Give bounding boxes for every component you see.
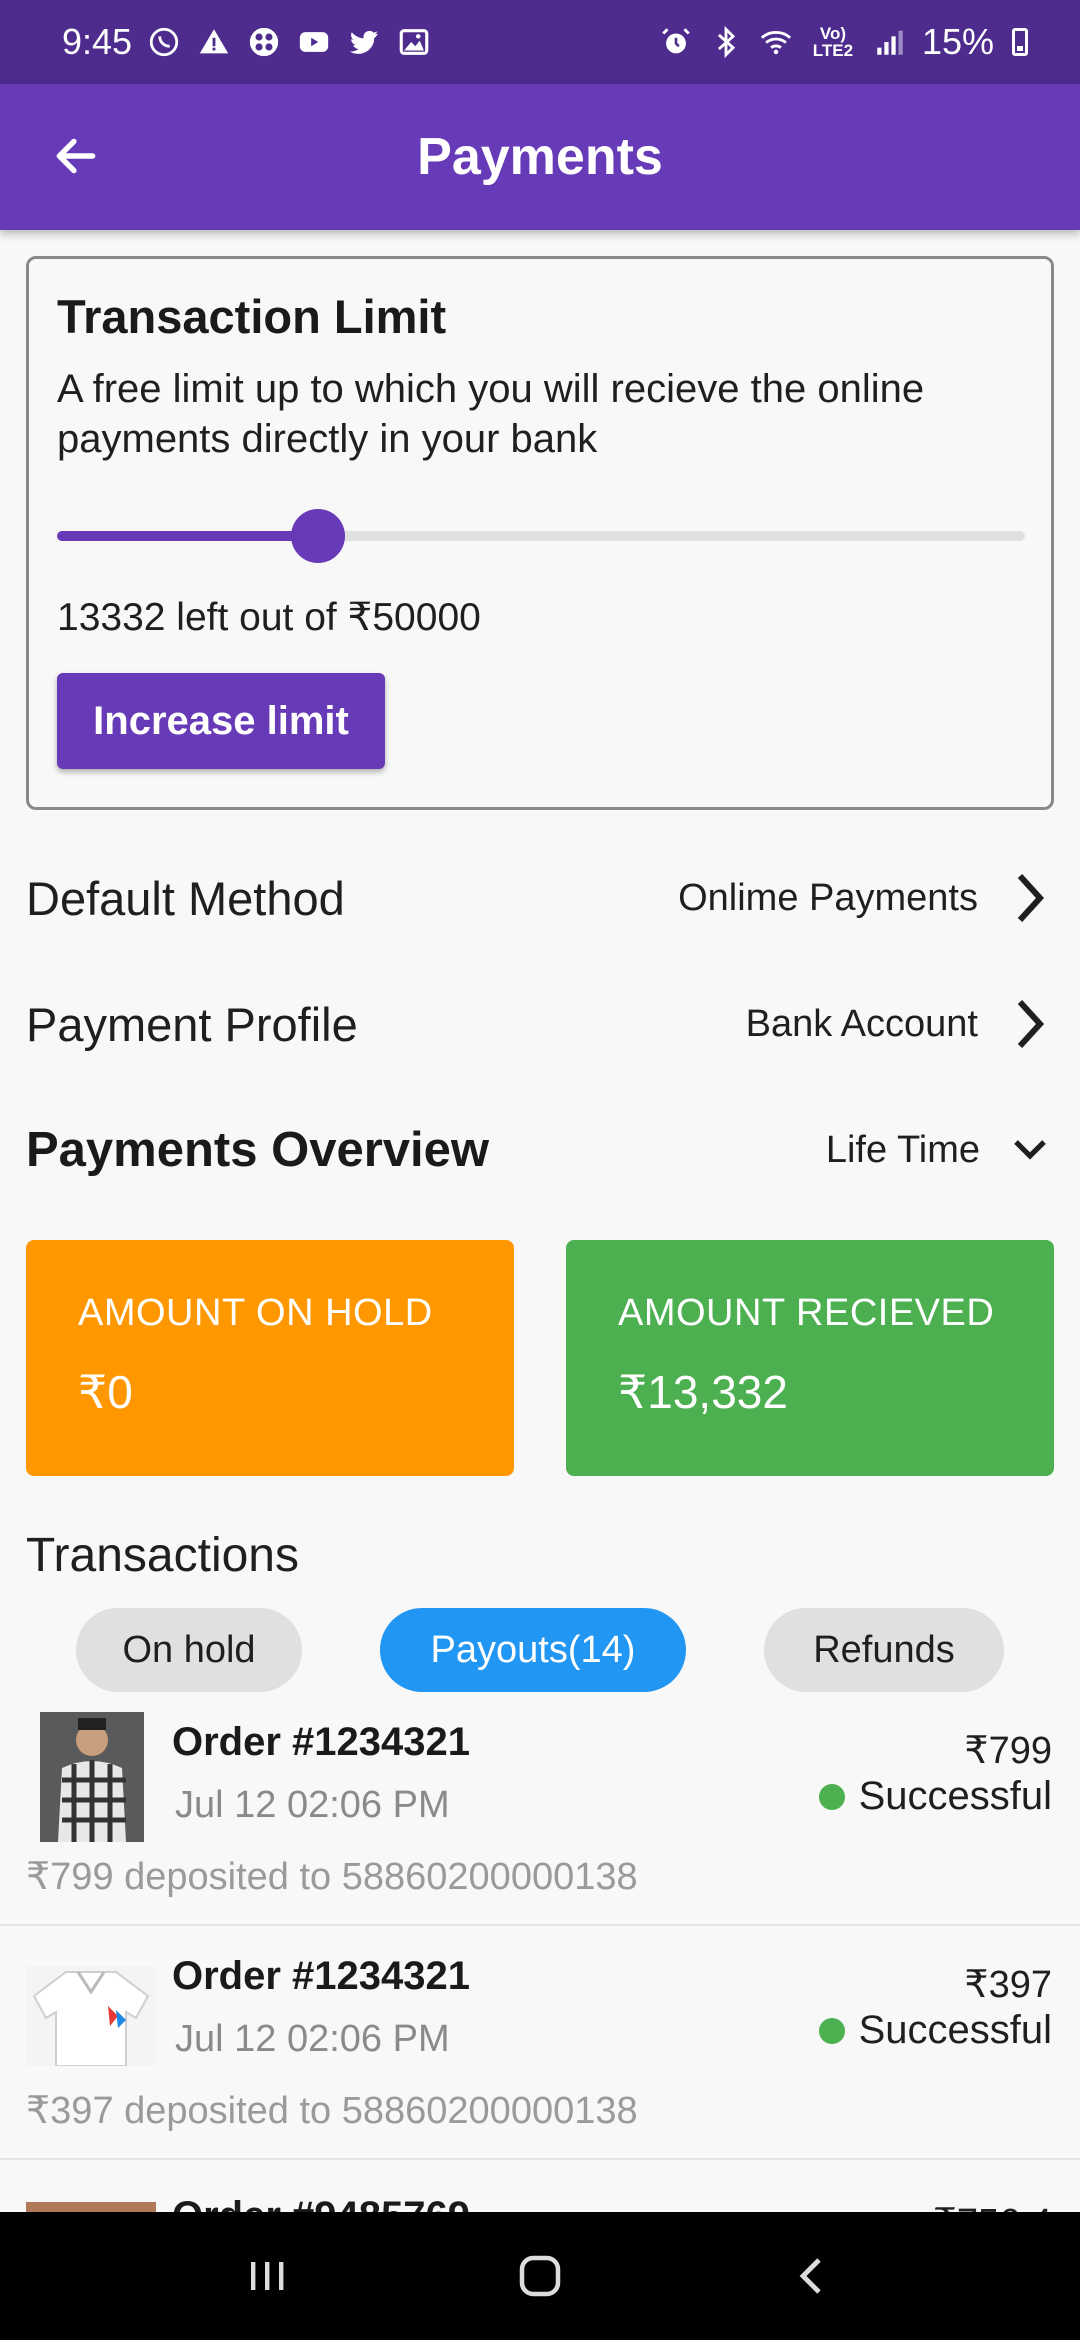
slider-fill xyxy=(57,531,319,541)
on-hold-value: ₹0 xyxy=(78,1366,133,1418)
chevron-right-icon xyxy=(1006,868,1054,928)
transaction-row[interactable]: Order #9485769 ₹756.4 xyxy=(0,2182,1080,2212)
divider xyxy=(0,2158,1080,2160)
product-thumbnail xyxy=(26,2202,156,2212)
home-button[interactable] xyxy=(500,2236,580,2316)
divider xyxy=(0,1924,1080,1926)
slider-thumb[interactable] xyxy=(291,509,346,563)
increase-limit-button[interactable]: Increase limit xyxy=(57,673,385,769)
recents-icon xyxy=(250,2262,284,2290)
payments-overview-row: Payments Overview Life Time xyxy=(26,1110,1054,1190)
status-left: 9:45 xyxy=(62,21,432,63)
alarm-icon xyxy=(658,24,694,60)
back-button[interactable] xyxy=(46,126,106,186)
chevron-down-icon[interactable] xyxy=(1006,1120,1054,1180)
overview-title: Payments Overview xyxy=(26,1123,490,1177)
default-method-value: Onlime Payments xyxy=(678,876,978,919)
status-right: Vo) LTE2 15% xyxy=(658,21,1028,63)
limit-description: A free limit up to which you will reciev… xyxy=(57,367,925,461)
product-thumbnail xyxy=(26,1966,156,2066)
transaction-limit-card: Transaction Limit A free limit up to whi… xyxy=(26,256,1054,810)
app-icon xyxy=(246,24,282,60)
app-bar: Payments xyxy=(0,84,1080,230)
wifi-icon xyxy=(758,24,794,60)
home-icon xyxy=(519,2255,561,2297)
payment-profile-value: Bank Account xyxy=(745,1002,978,1045)
period-dropdown[interactable]: Life Time xyxy=(826,1129,980,1172)
payment-profile-label: Payment Profile xyxy=(26,997,358,1051)
success-dot-icon xyxy=(818,2017,845,2044)
on-hold-label: AMOUNT ON HOLD xyxy=(78,1292,433,1334)
order-amount: ₹397 xyxy=(964,1964,1052,2006)
default-method-row[interactable]: Default Method Onlime Payments xyxy=(26,858,1054,938)
amount-on-hold-card: AMOUNT ON HOLD ₹0 xyxy=(26,1240,514,1476)
alert-icon xyxy=(196,24,232,60)
filter-chip-on-hold[interactable]: On hold xyxy=(76,1608,302,1692)
product-thumbnail xyxy=(40,1712,144,1842)
limit-slider[interactable] xyxy=(57,507,1025,563)
order-number: Order #9485769 xyxy=(172,2194,470,2212)
transaction-row[interactable]: Order #1234321 Jul 12 02:06 PM ₹397 Succ… xyxy=(0,1946,1080,2156)
status-text: Successful xyxy=(858,1774,1052,1818)
order-amount: ₹756.4 xyxy=(933,2200,1052,2212)
order-date: Jul 12 02:06 PM xyxy=(175,2018,450,2060)
chevron-left-icon xyxy=(799,2258,822,2294)
order-number: Order #1234321 xyxy=(172,1954,471,1998)
amount-received-card: AMOUNT RECIEVED ₹13,332 xyxy=(566,1240,1054,1476)
deposit-note: ₹799 deposited to 58860200000138 xyxy=(26,1856,638,1898)
limit-title: Transaction Limit xyxy=(57,290,447,343)
status-text: Successful xyxy=(858,2008,1052,2052)
youtube-icon xyxy=(296,24,332,60)
order-status: Successful xyxy=(818,2008,1052,2053)
whatsapp-icon xyxy=(146,24,182,60)
chevron-right-icon xyxy=(1006,994,1054,1054)
arrow-left-icon xyxy=(56,138,96,174)
battery-icon xyxy=(1012,28,1028,56)
battery-percent: 15% xyxy=(921,21,994,62)
bluetooth-icon xyxy=(708,24,744,60)
status-bar: 9:45 Vo) LTE2 15% xyxy=(0,0,1080,84)
page-title: Payments xyxy=(417,128,663,186)
order-date: Jul 12 02:06 PM xyxy=(175,1784,450,1826)
signal-icon xyxy=(872,24,908,60)
system-nav-bar xyxy=(0,2212,1080,2340)
transactions-title: Transactions xyxy=(26,1529,299,1582)
order-status: Successful xyxy=(818,1774,1052,1819)
transaction-row[interactable]: Order #1234321 Jul 12 02:06 PM ₹799 Succ… xyxy=(0,1712,1080,1922)
network-label: Vo) LTE2 xyxy=(812,24,854,60)
order-number: Order #1234321 xyxy=(172,1720,471,1764)
order-amount: ₹799 xyxy=(964,1730,1052,1772)
filter-chip-payouts[interactable]: Payouts(14) xyxy=(380,1608,686,1692)
twitter-icon xyxy=(346,24,382,60)
received-value: ₹13,332 xyxy=(618,1366,788,1418)
success-dot-icon xyxy=(818,1783,845,1810)
gallery-icon xyxy=(396,24,432,60)
status-time: 9:45 xyxy=(62,21,133,62)
limit-remaining-text: 13332 left out of ₹50000 xyxy=(57,596,481,639)
back-nav-button[interactable] xyxy=(773,2236,853,2316)
filter-chip-refunds[interactable]: Refunds xyxy=(764,1608,1004,1692)
deposit-note: ₹397 deposited to 58860200000138 xyxy=(26,2090,638,2132)
recents-button[interactable] xyxy=(227,2236,307,2316)
received-label: AMOUNT RECIEVED xyxy=(618,1292,995,1334)
default-method-label: Default Method xyxy=(26,871,345,925)
payment-profile-row[interactable]: Payment Profile Bank Account xyxy=(26,984,1054,1064)
